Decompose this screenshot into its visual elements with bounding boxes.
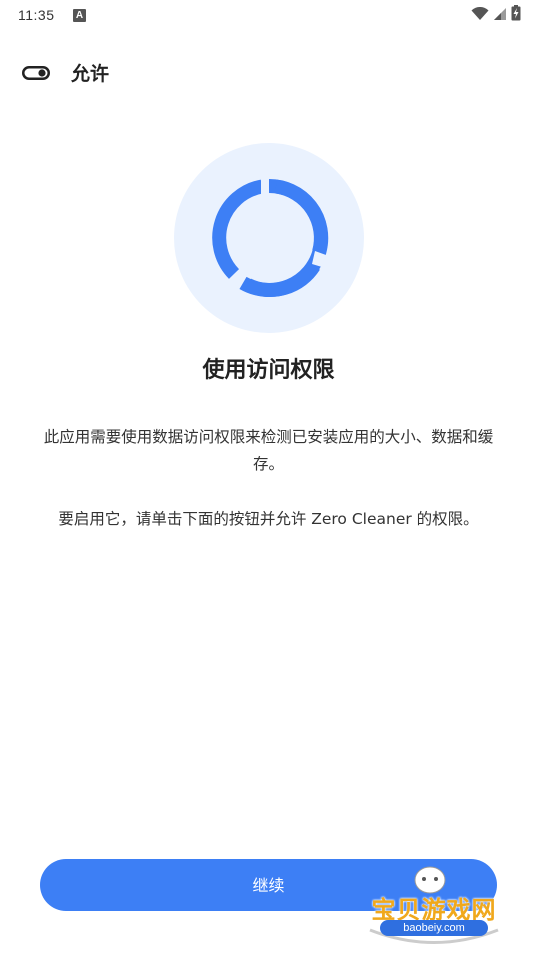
notification-a-icon: A bbox=[73, 9, 86, 22]
storage-ring-illustration bbox=[174, 143, 364, 333]
signal-icon bbox=[493, 6, 507, 25]
top-bar: 允许 bbox=[0, 50, 537, 94]
battery-charging-icon bbox=[511, 5, 521, 25]
description-text: 此应用需要使用数据访问权限来检测已安装应用的大小、数据和缓存。 bbox=[43, 428, 494, 473]
page-title: 允许 bbox=[71, 63, 110, 85]
storage-ring-icon bbox=[212, 173, 329, 297]
continue-button[interactable]: 继续 bbox=[40, 859, 497, 911]
wifi-icon bbox=[471, 6, 489, 25]
instruction-text: 要启用它，请单击下面的按钮并允许 Zero Cleaner 的权限。 bbox=[58, 510, 479, 528]
status-time: 11:35 bbox=[18, 7, 55, 23]
watermark-url: baobeiy.com bbox=[380, 920, 488, 936]
toggle-icon bbox=[22, 65, 50, 80]
permission-heading: 使用访问权限 bbox=[202, 358, 335, 383]
status-bar: 11:35 A bbox=[0, 0, 537, 32]
status-icons bbox=[471, 5, 521, 25]
